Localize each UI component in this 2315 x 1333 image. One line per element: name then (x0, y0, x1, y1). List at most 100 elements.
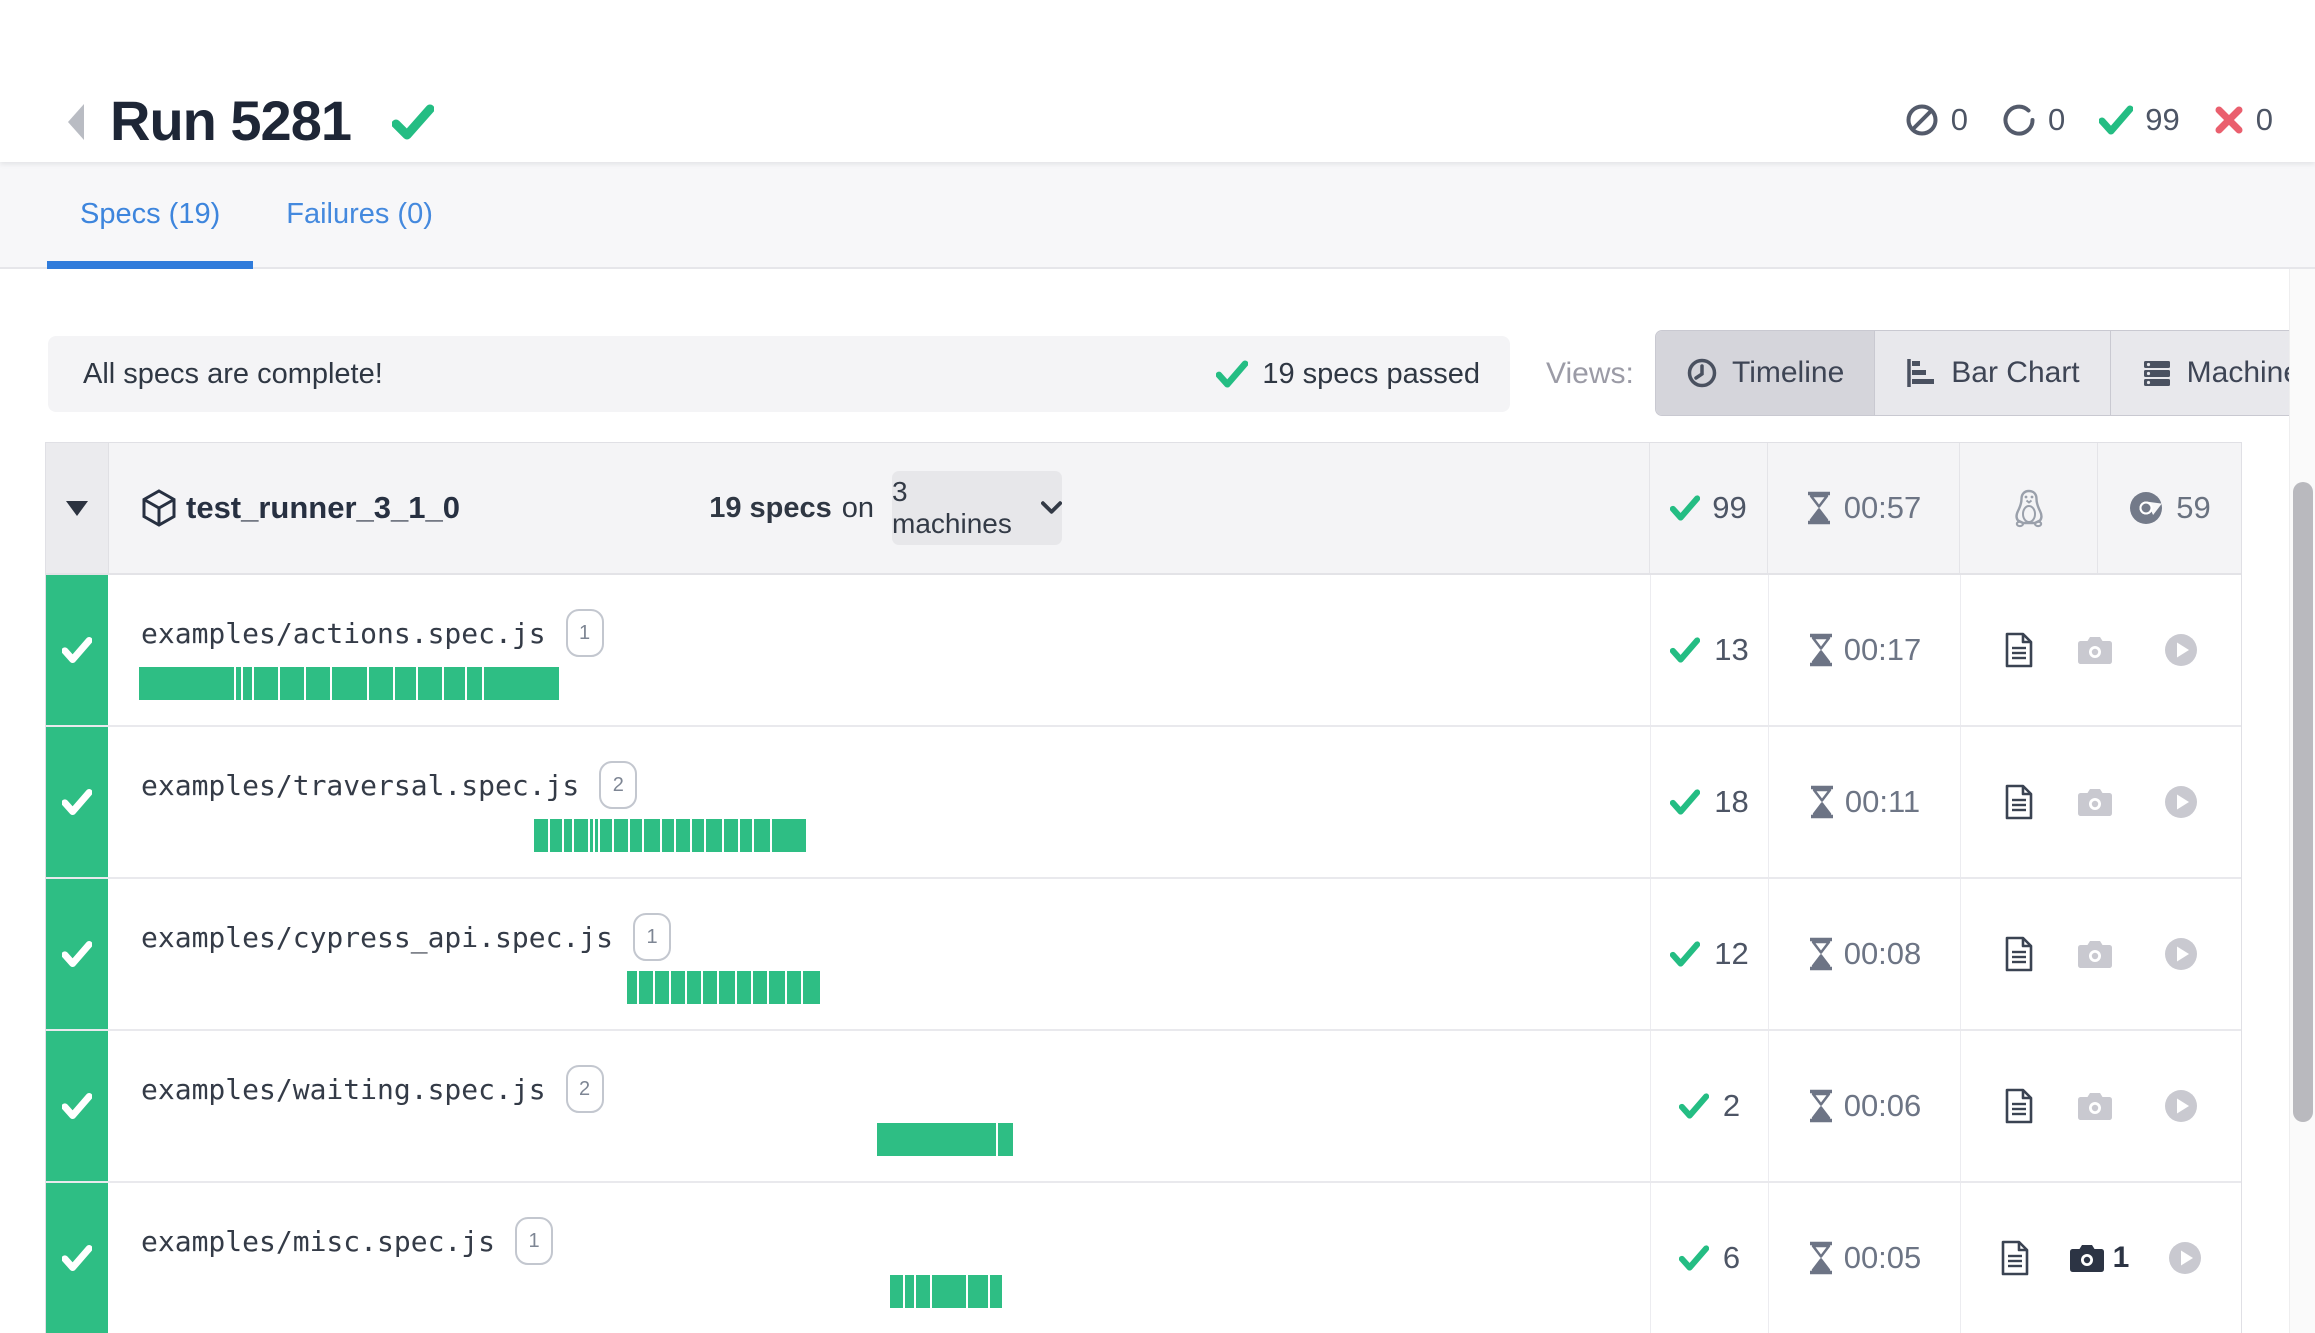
timeline-test-segment (280, 667, 304, 700)
check-icon (62, 637, 92, 663)
timeline-test-segment (614, 819, 628, 852)
timeline-test-segment (630, 819, 642, 852)
timeline-test-segment (639, 971, 653, 1004)
failed-count: 0 (2256, 102, 2273, 138)
spec-main: examples/misc.spec.js 1 (108, 1183, 1650, 1333)
failed-icon (2214, 105, 2244, 135)
stat-failed: 0 (2214, 102, 2273, 138)
linux-penguin-icon (2013, 488, 2045, 528)
spec-name: examples/traversal.spec.js (141, 769, 579, 802)
check-icon (62, 1245, 92, 1271)
spec-timeline-bar (877, 1123, 1013, 1156)
spec-status-passed (46, 879, 108, 1029)
spec-row: examples/misc.spec.js 1 6 00:05 (46, 1183, 2241, 1333)
spec-row: examples/waiting.spec.js 2 2 00:06 (46, 1031, 2241, 1183)
timeline-test-segment (753, 971, 767, 1004)
spec-row: examples/actions.spec.js 1 13 00:17 (46, 575, 2241, 727)
screenshots-button[interactable] (2077, 635, 2121, 665)
video-button[interactable] (2164, 937, 2198, 971)
timeline-test-segment (139, 667, 234, 700)
play-video-icon (2164, 1089, 2198, 1123)
spec-row: examples/cypress_api.spec.js 1 12 00:08 (46, 879, 2241, 1031)
stdout-doc-icon (2004, 936, 2034, 972)
screenshots-button[interactable] (2077, 787, 2121, 817)
video-button[interactable] (2164, 633, 2198, 667)
timeline-test-segment (687, 971, 701, 1004)
spec-main: examples/waiting.spec.js 2 (108, 1031, 1650, 1181)
spec-artifacts-cell (1960, 879, 2241, 1029)
spec-duration-cell: 00:17 (1768, 575, 1960, 725)
timeline-test-segment (254, 667, 278, 700)
timeline-test-segment (595, 819, 598, 852)
group-main: test_runner_3_1_0 19 specs on 3 machines (109, 443, 1649, 573)
stdout-doc-icon (2004, 1088, 2034, 1124)
screenshots-button[interactable]: 1 (2069, 1241, 2130, 1275)
scrollbar-thumb[interactable] (2293, 482, 2313, 1122)
check-icon (1670, 495, 1700, 521)
spec-passed-cell: 18 (1650, 727, 1768, 877)
video-button[interactable] (2168, 1241, 2202, 1275)
video-button[interactable] (2164, 785, 2198, 819)
timeline-test-segment (772, 819, 806, 852)
skipped-count: 0 (1951, 102, 1968, 138)
spec-rows: examples/actions.spec.js 1 13 00:17 (46, 575, 2241, 1333)
video-button[interactable] (2164, 1089, 2198, 1123)
timeline-test-segment (916, 1275, 930, 1308)
spec-passed-count: 2 (1723, 1088, 1740, 1124)
timeline-test-segment (306, 667, 330, 700)
stdout-button[interactable] (2004, 632, 2034, 668)
stdout-doc-icon (2000, 1240, 2030, 1276)
scrollbar-track[interactable] (2289, 162, 2315, 1333)
timeline-test-segment (484, 667, 559, 700)
check-icon (62, 789, 92, 815)
timeline-test-segment (968, 1275, 988, 1308)
chrome-icon (2128, 490, 2164, 526)
group-on-label: on (842, 492, 874, 525)
timeline-test-segment (662, 819, 674, 852)
bar-chart-icon (1905, 357, 1937, 389)
group-duration: 00:57 (1844, 490, 1922, 526)
spec-timeline-bar (627, 971, 820, 1004)
tab-specs[interactable]: Specs (19) (47, 162, 253, 267)
spec-main: examples/actions.spec.js 1 (108, 575, 1650, 725)
stdout-button[interactable] (2004, 936, 2034, 972)
spec-duration-cell: 00:11 (1768, 727, 1960, 877)
spec-duration: 00:05 (1844, 1240, 1922, 1276)
spec-status-passed (46, 575, 108, 725)
machines-dropdown[interactable]: 3 machines (892, 471, 1062, 545)
timeline-test-segment (644, 819, 660, 852)
stdout-button[interactable] (2004, 784, 2034, 820)
camera-icon (2077, 635, 2113, 665)
timeline-test-segment (769, 971, 785, 1004)
timeline-test-segment (719, 971, 735, 1004)
view-button-machines[interactable]: Machines (2111, 331, 2315, 415)
timeline-test-segment (564, 819, 572, 852)
spec-passed-count: 13 (1714, 632, 1748, 668)
spec-passed-count: 18 (1714, 784, 1748, 820)
spec-duration-cell: 00:05 (1768, 1183, 1960, 1333)
spec-duration: 00:08 (1844, 936, 1922, 972)
timeline-test-segment (692, 819, 704, 852)
hourglass-icon (1808, 1241, 1834, 1275)
check-icon (62, 941, 92, 967)
spec-machine-badge: 2 (599, 761, 637, 809)
camera-icon (2069, 1243, 2105, 1273)
group-passed-count: 99 (1712, 490, 1746, 526)
screenshots-button[interactable] (2077, 1091, 2121, 1121)
view-button-timeline[interactable]: Timeline (1656, 331, 1875, 415)
stat-passed: 99 (2099, 102, 2179, 138)
spec-name: examples/waiting.spec.js (141, 1073, 546, 1106)
timeline-test-segment (932, 1275, 966, 1308)
stdout-button[interactable] (2000, 1240, 2030, 1276)
tab-bar: Specs (19) Failures (0) (0, 162, 2315, 269)
tab-failures[interactable]: Failures (0) (253, 162, 466, 267)
check-icon (1679, 1245, 1709, 1271)
spec-row: examples/traversal.spec.js 2 18 00:11 (46, 727, 2241, 879)
spec-artifacts-cell (1960, 727, 2241, 877)
group-expander[interactable] (46, 443, 109, 573)
view-button-bar-chart[interactable]: Bar Chart (1875, 331, 2110, 415)
run-page: Run 5281 0 0 99 (0, 0, 2315, 1333)
stdout-button[interactable] (2004, 1088, 2034, 1124)
screenshots-button[interactable] (2077, 939, 2121, 969)
back-button[interactable] (58, 96, 92, 148)
